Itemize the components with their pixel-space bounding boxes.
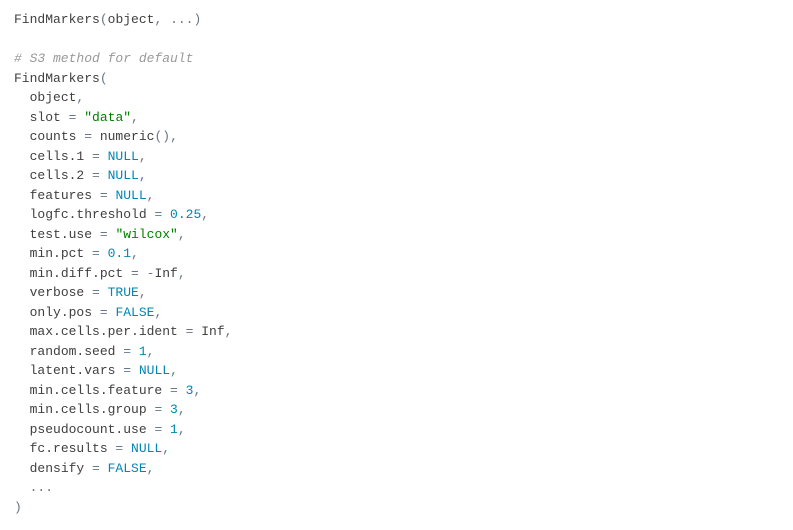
arg-name: cells.1 <box>30 149 85 164</box>
arg-name: test.use <box>30 227 92 242</box>
comma: , <box>139 149 147 164</box>
arg-value: NULL <box>131 441 162 456</box>
comma: , <box>225 324 233 339</box>
arg-name: densify <box>30 461 85 476</box>
method-call-fn: FindMarkers <box>14 71 100 86</box>
comma: , <box>162 441 170 456</box>
assign-op: = <box>84 285 107 300</box>
arg-value: 0.1 <box>108 246 131 261</box>
arg-name: slot <box>30 110 61 125</box>
assign-op: = <box>84 246 107 261</box>
arg-name: min.cells.feature <box>30 383 163 398</box>
arg-name: logfc.threshold <box>30 207 147 222</box>
arg-name: cells.2 <box>30 168 85 183</box>
paren-open: ( <box>100 12 108 27</box>
arg-name: object <box>30 90 77 105</box>
assign-op: = <box>115 363 138 378</box>
comma: , <box>170 129 178 144</box>
call-fn: numeric <box>100 129 155 144</box>
code-block: FindMarkers(object, ...) # S3 method for… <box>0 0 793 527</box>
assign-op: = <box>162 383 185 398</box>
arg-value: NULL <box>115 188 146 203</box>
comma: , <box>131 246 139 261</box>
arg-name: min.diff.pct <box>30 266 124 281</box>
assign-op: = <box>147 402 170 417</box>
arg-value: 1 <box>139 344 147 359</box>
arg-value: FALSE <box>108 461 147 476</box>
arg-value: NULL <box>139 363 170 378</box>
paren-close: ) <box>162 129 170 144</box>
arg-value: NULL <box>108 149 139 164</box>
comma: , <box>201 207 209 222</box>
comma: , <box>193 383 201 398</box>
paren-close: ) <box>14 500 22 515</box>
comma: , <box>76 90 84 105</box>
paren-open: ( <box>100 71 108 86</box>
arg-name: counts <box>30 129 77 144</box>
comma: , <box>147 188 155 203</box>
comma: , <box>154 305 162 320</box>
arg-value: "wilcox" <box>115 227 177 242</box>
arg-value: "data" <box>84 110 131 125</box>
arg-name: random.seed <box>30 344 116 359</box>
arg-value: Inf <box>154 266 177 281</box>
arg-value: 0.25 <box>170 207 201 222</box>
assign-op: = <box>147 422 170 437</box>
assign-op: = <box>147 207 170 222</box>
arg-value: FALSE <box>115 305 154 320</box>
arg-name: min.pct <box>30 246 85 261</box>
arg-value: NULL <box>108 168 139 183</box>
assign-op: = <box>92 188 115 203</box>
assign-op: = <box>92 227 115 242</box>
arg-name: verbose <box>30 285 85 300</box>
comma: , <box>178 402 186 417</box>
comma: , <box>178 227 186 242</box>
comma: , <box>139 285 147 300</box>
comma: , <box>131 110 139 125</box>
comma: , <box>147 344 155 359</box>
arg-name: only.pos <box>30 305 92 320</box>
assign-op: = <box>84 149 107 164</box>
ellipsis-arg: ... <box>30 480 53 495</box>
arg-value: TRUE <box>108 285 139 300</box>
comma: , <box>139 168 147 183</box>
assign-op: = <box>92 305 115 320</box>
arg-name: max.cells.per.ident <box>30 324 178 339</box>
ellipsis-arg: ... <box>170 12 193 27</box>
comma: , <box>178 266 186 281</box>
comma: , <box>147 461 155 476</box>
generic-arg-object: object <box>108 12 155 27</box>
assign-op: = <box>76 129 99 144</box>
arg-value: 3 <box>170 402 178 417</box>
arg-value: 1 <box>170 422 178 437</box>
arg-name: latent.vars <box>30 363 116 378</box>
generic-call-fn: FindMarkers <box>14 12 100 27</box>
comma: , <box>154 12 170 27</box>
arg-name: fc.results <box>30 441 108 456</box>
assign-op: = <box>115 344 138 359</box>
assign-op: = <box>123 266 146 281</box>
assign-op: = <box>84 461 107 476</box>
assign-op: = <box>61 110 84 125</box>
comma: , <box>178 422 186 437</box>
arg-name: features <box>30 188 92 203</box>
assign-op: = <box>178 324 201 339</box>
arg-value: Inf <box>201 324 224 339</box>
assign-op: = <box>84 168 107 183</box>
assign-op: = <box>108 441 131 456</box>
arg-name: min.cells.group <box>30 402 147 417</box>
comma: , <box>170 363 178 378</box>
s3-comment: # S3 method for default <box>14 51 193 66</box>
arg-name: pseudocount.use <box>30 422 147 437</box>
paren-close: ) <box>193 12 201 27</box>
